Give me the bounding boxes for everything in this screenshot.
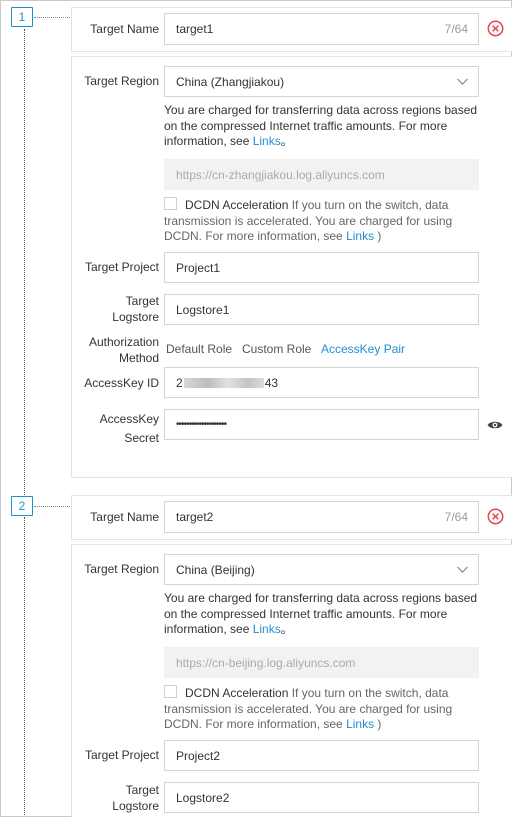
target-region-label: Target Region — [84, 562, 159, 576]
logstore-label-line1: Target — [125, 783, 159, 797]
target-region-value: China (Beijing) — [176, 562, 255, 577]
region-charge-note: You are charged for transferring data ac… — [164, 103, 486, 150]
authorization-method-label: Authorization Method — [89, 334, 159, 366]
dcdn-option: DCDN Acceleration If you turn on the swi… — [164, 685, 486, 733]
region-links-link[interactable]: Links — [253, 134, 281, 148]
target-logstore-label: Target Logstore — [112, 782, 159, 814]
logstore-label-line2: Logstore — [112, 799, 159, 813]
region-charge-note: You are charged for transferring data ac… — [164, 591, 486, 638]
target-region-select[interactable]: China (Beijing) — [164, 554, 479, 585]
dcdn-title: DCDN Acceleration — [185, 686, 289, 700]
timeline-connector — [34, 506, 72, 507]
target-name-input[interactable]: target2 7/64 — [164, 501, 479, 533]
target-project-label: Target Project — [84, 748, 159, 762]
accesskey-secret-label: AccessKey Secret — [100, 411, 159, 446]
target-name-label: Target Name — [90, 510, 159, 524]
show-password-eye-icon[interactable] — [487, 419, 503, 434]
target-logstore-value: Logstore2 — [176, 790, 230, 805]
target-name-counter: 7/64 — [444, 22, 468, 36]
accesskey-id-start: 2 — [176, 375, 183, 390]
timeline-connector — [34, 17, 72, 18]
target-name-label: Target Name — [90, 22, 159, 36]
target-index-badge: 2 — [11, 496, 33, 516]
endpoint-field: https://cn-zhangjiakou.log.aliyuncs.com — [164, 159, 479, 190]
auth-label-line2: Method — [118, 351, 159, 365]
dcdn-checkbox[interactable] — [164, 685, 177, 698]
dcdn-end: ) — [374, 229, 382, 243]
target-logstore-value: Logstore1 — [176, 302, 230, 317]
secret-label-line1: AccessKey — [99, 412, 159, 426]
timeline-line — [24, 517, 25, 815]
region-links-link[interactable]: Links — [253, 622, 281, 636]
auth-label-line1: Authorization — [88, 335, 159, 349]
accesskey-secret-value: •••••••••••••••••••• — [176, 419, 227, 430]
dcdn-links-link[interactable]: Links — [346, 717, 374, 731]
target-project-value: Project2 — [176, 748, 221, 763]
target-name-input[interactable]: target1 7/64 — [164, 13, 479, 45]
accesskey-id-input[interactable]: 2 43 — [164, 367, 479, 398]
logstore-label-line2: Logstore — [112, 310, 159, 324]
chevron-down-icon — [456, 563, 469, 579]
target-project-input[interactable]: Project1 — [164, 252, 479, 283]
accesskey-secret-input[interactable]: •••••••••••••••••••• — [164, 409, 479, 440]
auth-default-role-option[interactable]: Default Role — [166, 342, 232, 356]
target-region-select[interactable]: China (Zhangjiakou) — [164, 66, 479, 97]
secret-label-line2: Secret — [124, 431, 159, 445]
dcdn-title: DCDN Acceleration — [185, 198, 289, 212]
timeline-line — [24, 29, 25, 495]
target-index-badge: 1 — [11, 7, 33, 27]
target-logstore-input[interactable]: Logstore2 — [164, 782, 479, 813]
endpoint-value: https://cn-beijing.log.aliyuncs.com — [176, 655, 356, 670]
target-project-input[interactable]: Project2 — [164, 740, 479, 771]
logstore-label-line1: Target — [125, 294, 159, 308]
remove-target-icon[interactable] — [487, 20, 504, 40]
target-project-value: Project1 — [176, 260, 221, 275]
region-note-end: 。 — [280, 134, 293, 148]
accesskey-id-label: AccessKey ID — [84, 376, 159, 390]
region-note-text: You are charged for transferring data ac… — [164, 103, 478, 148]
target-name-counter: 7/64 — [444, 510, 468, 524]
masked-blur — [183, 377, 264, 388]
target-project-label: Target Project — [84, 260, 159, 274]
target-name-value: target1 — [176, 22, 214, 36]
target-region-value: China (Zhangjiakou) — [176, 74, 285, 89]
auth-custom-role-option[interactable]: Custom Role — [242, 342, 311, 356]
target-logstore-input[interactable]: Logstore1 — [164, 294, 479, 325]
accesskey-id-end: 43 — [264, 375, 279, 390]
remove-target-icon[interactable] — [487, 508, 504, 528]
region-note-end: 。 — [280, 622, 293, 636]
dcdn-end: ) — [374, 717, 382, 731]
region-note-text: You are charged for transferring data ac… — [164, 591, 478, 636]
auth-accesskey-pair-option[interactable]: AccessKey Pair — [321, 342, 405, 356]
endpoint-value: https://cn-zhangjiakou.log.aliyuncs.com — [176, 167, 385, 182]
target-name-value: target2 — [176, 510, 214, 524]
dcdn-option: DCDN Acceleration If you turn on the swi… — [164, 197, 486, 245]
chevron-down-icon — [456, 75, 469, 91]
dcdn-links-link[interactable]: Links — [346, 229, 374, 243]
target-region-label: Target Region — [84, 74, 159, 88]
dcdn-checkbox[interactable] — [164, 197, 177, 210]
target-logstore-label: Target Logstore — [112, 293, 159, 325]
endpoint-field: https://cn-beijing.log.aliyuncs.com — [164, 647, 479, 678]
